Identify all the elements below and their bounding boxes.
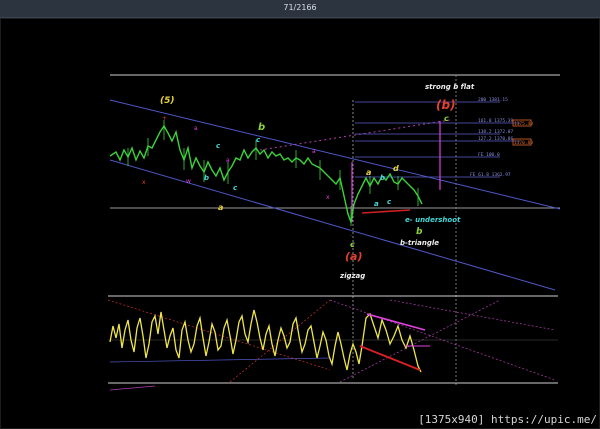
svg-text:a: a	[226, 157, 230, 164]
fib-label-200: 200 1381.15	[478, 97, 508, 103]
svg-text:·: ·	[350, 233, 352, 240]
wave-b-tri-small-label: b	[380, 174, 385, 182]
strong-b-flat-label: strong b flat	[425, 83, 475, 91]
fib-label-61: FE 61.8 1362.97	[470, 172, 511, 178]
wave-c-tri-label: c	[387, 198, 392, 206]
svg-text:1375.40: 1375.40	[514, 121, 533, 127]
dotted-projection-line	[259, 119, 451, 151]
wave-c-small-label: c	[350, 240, 355, 249]
fib-label-161: 161.8 1375.39	[478, 118, 514, 124]
svg-text:a: a	[194, 125, 198, 132]
wave-b-left-label: b	[204, 174, 209, 182]
svg-text:x: x	[142, 179, 146, 186]
price-tag-lower: 1370.80	[512, 138, 533, 146]
fib-label-138: 138.2 1372.07	[478, 129, 514, 135]
zigzag-label: zigzag	[339, 272, 365, 280]
svg-text:x: x	[326, 194, 330, 201]
wave-a-tri-label: a	[374, 200, 379, 208]
wave-b-big-label: (b)	[436, 98, 456, 112]
price-tag-upper: 1375.40	[512, 119, 533, 127]
svg-text:w: w	[186, 178, 191, 185]
svg-text:a: a	[312, 148, 316, 155]
red-trendline-price	[361, 209, 411, 214]
wave-c-arrow-label: c	[256, 136, 261, 144]
fib-label-100: FE 100.0	[478, 152, 500, 158]
chart-canvas: 200 1381.15 161.8 1375.39 138.2 1372.07 …	[107, 74, 561, 391]
oscillator-series	[109, 309, 422, 373]
wave-c-left-label: c	[216, 142, 221, 150]
price-candle-ticks	[127, 120, 419, 226]
b-triangle-label: b-triangle	[400, 239, 439, 247]
wave5-label: (5)	[160, 96, 175, 106]
wave-d-label: d	[393, 164, 399, 173]
osc-red-line	[359, 345, 421, 371]
wave-a-mid-label: a	[366, 168, 371, 177]
wave-a-left-label: a	[218, 203, 223, 212]
channel-lower-line	[109, 159, 556, 291]
wave-b-top-label: b	[258, 122, 265, 133]
fib-label-127: 127.2 1370.86	[478, 136, 514, 142]
wave-c-top-label: c	[444, 114, 449, 123]
footer-watermark: [1375x940] https://upic.me/	[418, 413, 597, 426]
svg-text:1370.80: 1370.80	[514, 140, 533, 146]
wave-a-big-label: (a)	[345, 250, 362, 263]
wave-c-mid-label: c	[233, 184, 238, 192]
osc-magenta-line	[366, 313, 426, 331]
e-undershoot-label: e- undershoot	[405, 216, 461, 224]
svg-text:+: +	[162, 115, 167, 122]
wave-b-triangle-label: b	[416, 227, 423, 237]
